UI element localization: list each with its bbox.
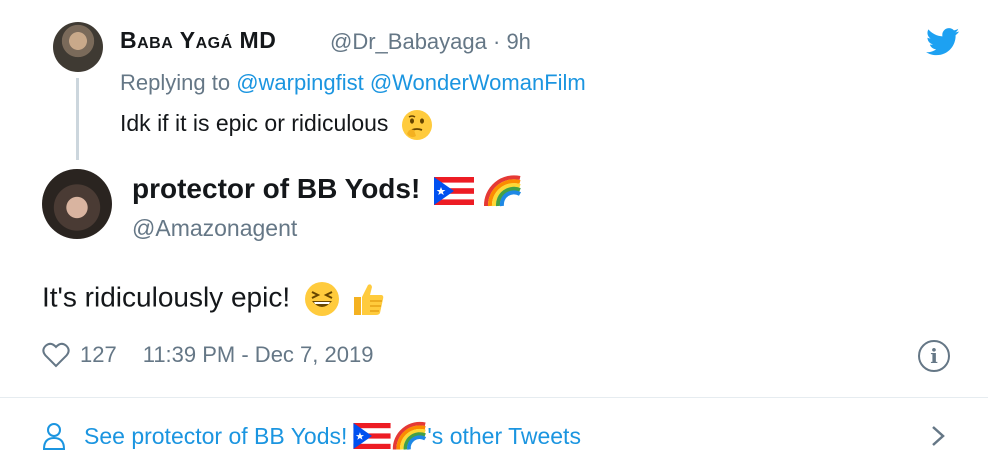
main-display-name[interactable]: protector of BB Yods! xyxy=(132,173,420,204)
main-handle[interactable]: @Amazonagent xyxy=(132,215,297,242)
avatar-parent[interactable] xyxy=(53,22,103,72)
parent-tweet-text-row: Idk if it is epic or ridiculous xyxy=(120,109,433,141)
see-more-suffix[interactable]: 's other Tweets xyxy=(427,423,581,450)
main-display-name-row[interactable]: protector of BB Yods! xyxy=(132,173,522,208)
parent-tweet-text: Idk if it is epic or ridiculous xyxy=(120,110,389,137)
twitter-bird-icon[interactable] xyxy=(926,28,960,56)
like-heart-icon[interactable] xyxy=(42,342,70,368)
avatar-main[interactable] xyxy=(42,169,112,239)
parent-handle-time: @Dr_Babayaga · 9h xyxy=(330,29,531,55)
tweet-meta-row: 127 11:39 PM - Dec 7, 2019 xyxy=(42,342,373,368)
main-tweet-text-row: It's ridiculously epic! xyxy=(42,281,386,317)
replying-to-line: Replying to @warpingfist @WonderWomanFil… xyxy=(120,70,586,96)
see-other-tweets-link[interactable]: See protector of BB Yods! 's other Tweet… xyxy=(42,420,581,452)
rainbow-icon xyxy=(393,421,427,450)
footer-divider xyxy=(0,397,988,398)
see-more-prefix[interactable]: See protector of BB Yods! xyxy=(84,423,347,450)
main-tweet-text: It's ridiculously epic! xyxy=(42,281,291,313)
parent-display-name[interactable]: Baba Yagá MD xyxy=(120,27,276,54)
mention-link-2[interactable]: @WonderWomanFilm xyxy=(370,70,586,95)
rainbow-icon xyxy=(483,175,521,206)
info-icon[interactable]: i xyxy=(918,340,950,372)
thread-connector-line xyxy=(76,78,79,160)
parent-handle[interactable]: @Dr_Babayaga xyxy=(330,29,487,54)
chevron-right-icon[interactable] xyxy=(930,424,946,448)
thumbs-up-emoji-icon xyxy=(353,284,383,315)
person-icon xyxy=(42,423,66,450)
puerto-rico-flag-icon xyxy=(353,423,391,449)
thinking-face-emoji-icon xyxy=(401,110,432,140)
replying-prefix: Replying to xyxy=(120,70,231,95)
tweet-timestamp[interactable]: 11:39 PM - Dec 7, 2019 xyxy=(143,342,374,368)
grinning-squinting-face-emoji-icon xyxy=(304,282,339,316)
like-count[interactable]: 127 xyxy=(80,342,117,368)
puerto-rico-flag-icon xyxy=(434,176,475,205)
parent-time[interactable]: · 9h xyxy=(493,29,531,54)
mention-link-1[interactable]: @warpingfist xyxy=(236,70,364,95)
